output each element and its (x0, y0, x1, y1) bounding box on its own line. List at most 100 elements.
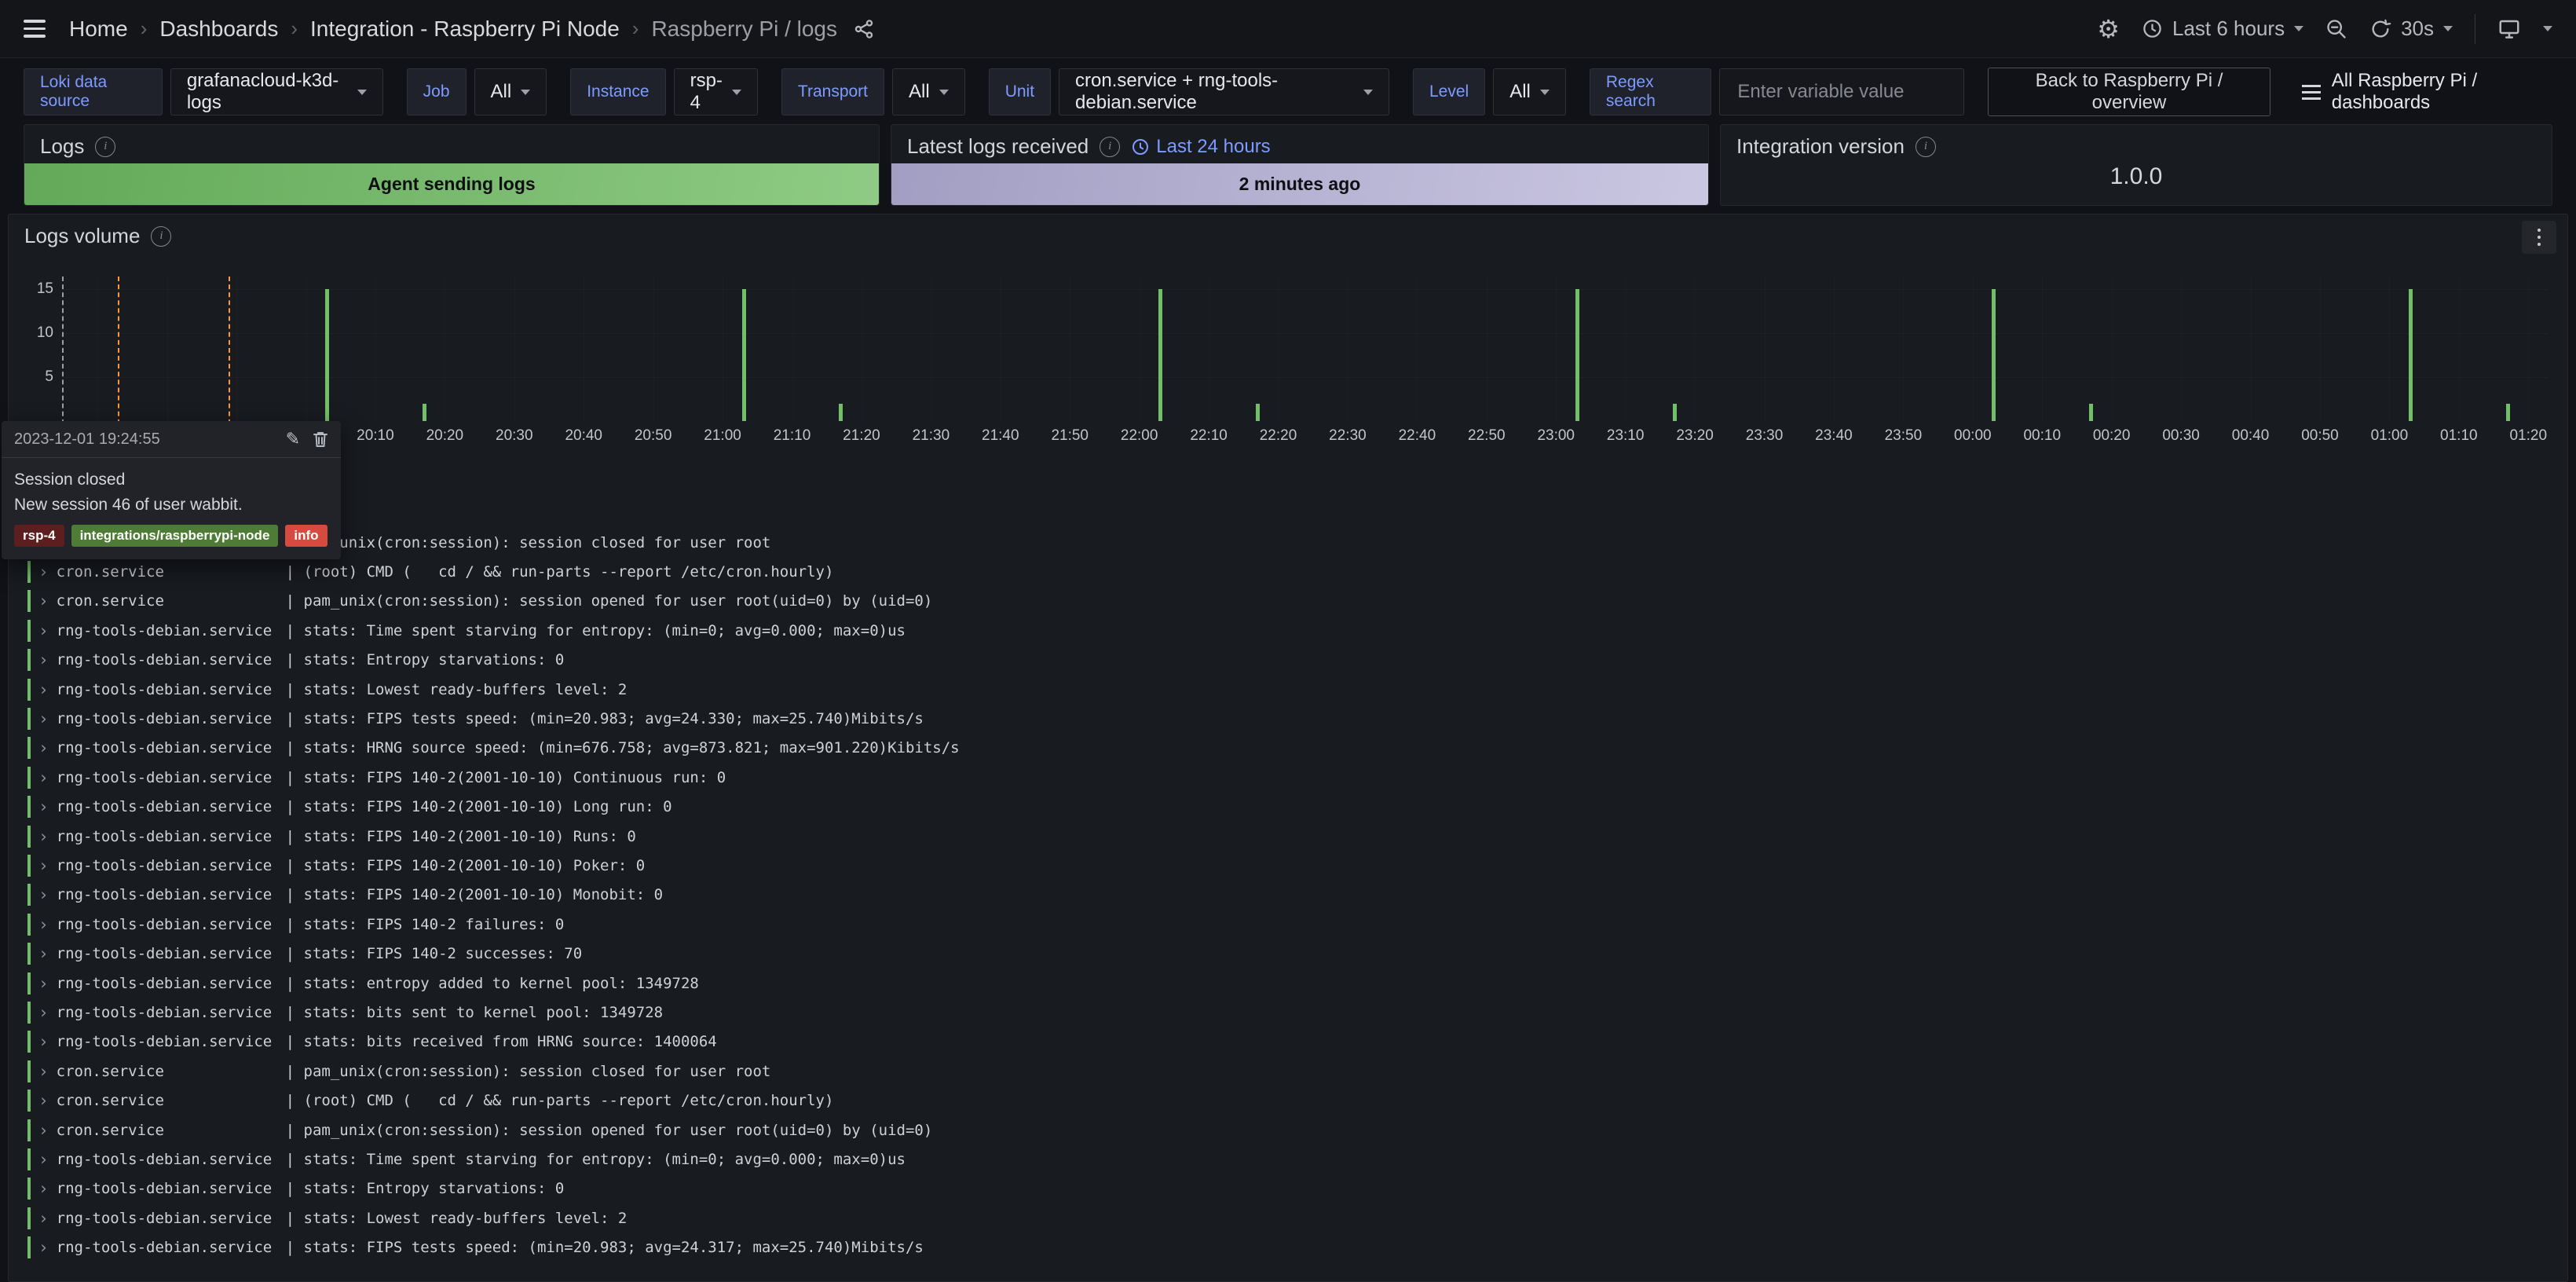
panel-logs-status: Logs i Agent sending logs (24, 124, 880, 206)
log-level-indicator (27, 914, 31, 936)
delete-annotation-icon[interactable] (313, 430, 328, 448)
expand-chevron-icon[interactable]: › (38, 944, 49, 963)
annotation-text: Session closed (14, 467, 328, 493)
edit-annotation-icon[interactable]: ✎ (286, 429, 300, 449)
chevron-down-icon[interactable] (2543, 26, 2552, 31)
log-message: | stats: Time spent starving for entropy… (286, 622, 906, 639)
expand-chevron-icon[interactable]: › (38, 827, 49, 846)
expand-chevron-icon[interactable]: › (38, 1150, 49, 1169)
filter-value-dropdown[interactable]: rsp-4 (674, 68, 758, 115)
expand-chevron-icon[interactable]: › (38, 1003, 49, 1022)
back-to-overview-button[interactable]: Back to Raspberry Pi / overview (1988, 68, 2270, 116)
dashboard-settings-icon[interactable]: ⚙ (2097, 16, 2120, 42)
log-row[interactable]: ›rng-tools-debian.service| stats: FIPS 1… (8, 851, 2568, 880)
refresh-picker[interactable]: 30s (2369, 16, 2453, 41)
breadcrumb-item[interactable]: Dashboards (159, 16, 278, 42)
filter-value-dropdown[interactable]: cron.service + rng-tools-debian.service (1059, 68, 1389, 115)
log-row[interactable]: ›rng-tools-debian.service| stats: FIPS 1… (8, 881, 2568, 910)
log-service-name: rng-tools-debian.service (57, 857, 286, 874)
expand-chevron-icon[interactable]: › (38, 709, 49, 728)
breadcrumb-separator: › (291, 16, 298, 41)
log-row[interactable]: ›cron.service| pam_unix(cron:session): s… (8, 1115, 2568, 1145)
expand-chevron-icon[interactable]: › (38, 1062, 49, 1081)
expand-chevron-icon[interactable]: › (38, 915, 49, 934)
expand-chevron-icon[interactable]: › (38, 797, 49, 816)
log-message: | (root) CMD ( cd / && run-parts --repor… (286, 1092, 834, 1109)
log-row[interactable]: ›rng-tools-debian.service| stats: FIPS 1… (8, 910, 2568, 939)
expand-chevron-icon[interactable]: › (38, 621, 49, 640)
filter-instance: Instancersp-4 (570, 68, 758, 115)
log-row[interactable]: ›rng-tools-debian.service| stats: FIPS 1… (8, 763, 2568, 792)
log-row[interactable]: ›rng-tools-debian.service| stats: Lowest… (8, 1203, 2568, 1233)
log-row[interactable]: ›rng-tools-debian.service| stats: HRNG s… (8, 734, 2568, 763)
menu-toggle-icon[interactable] (24, 20, 46, 38)
log-row[interactable]: ›rng-tools-debian.service| stats: Entrop… (8, 646, 2568, 675)
zoom-out-icon[interactable] (2325, 18, 2347, 40)
log-level-indicator (27, 737, 31, 759)
panel-integration-version: Integration version i 1.0.0 (1720, 124, 2552, 206)
expand-chevron-icon[interactable]: › (38, 1179, 49, 1198)
annotation-tag: integrations/raspberrypi-node (71, 525, 279, 547)
breadcrumb-separator: › (141, 16, 148, 41)
expand-chevron-icon[interactable]: › (38, 592, 49, 610)
expand-chevron-icon[interactable]: › (38, 768, 49, 787)
log-level-indicator (27, 620, 31, 642)
log-row[interactable]: ›rng-tools-debian.service| stats: bits s… (8, 998, 2568, 1027)
variable-value-input[interactable] (1736, 80, 1948, 104)
filter-value-dropdown[interactable]: All (892, 68, 965, 115)
log-row[interactable]: ›rng-tools-debian.service| stats: Time s… (8, 616, 2568, 645)
time-range-picker[interactable]: Last 6 hours (2142, 16, 2303, 41)
filter-value-dropdown[interactable]: grafanacloud-k3d-logs (170, 68, 383, 115)
expand-chevron-icon[interactable]: › (38, 1091, 49, 1110)
log-message: | pam_unix(cron:session): session opened… (286, 1122, 933, 1139)
info-icon: i (1916, 137, 1936, 157)
log-row[interactable]: ›cron.service| (root) CMD ( cd / && run-… (8, 557, 2568, 586)
panel-menu-icon[interactable] (2522, 221, 2556, 254)
expand-chevron-icon[interactable]: › (38, 680, 49, 699)
cycle-view-mode-icon[interactable] (2497, 17, 2521, 41)
refresh-interval-label: 30s (2401, 16, 2434, 41)
expand-chevron-icon[interactable]: › (38, 1121, 49, 1140)
log-service-name: rng-tools-debian.service (57, 945, 286, 962)
log-row[interactable]: ›cron.service| pam_unix(cron:session): s… (8, 528, 2568, 557)
filter-value-dropdown[interactable]: All (474, 68, 547, 115)
log-row[interactable]: ›rng-tools-debian.service| stats: Lowest… (8, 675, 2568, 704)
all-dashboards-link[interactable]: All Raspberry Pi / dashboards (2302, 70, 2552, 114)
share-icon[interactable] (853, 18, 875, 40)
annotation-timestamp: 2023-12-01 19:24:55 (14, 430, 160, 449)
log-row[interactable]: ›cron.service| (root) CMD ( cd / && run-… (8, 1086, 2568, 1115)
expand-chevron-icon[interactable]: › (38, 1238, 49, 1257)
expand-chevron-icon[interactable]: › (38, 974, 49, 993)
log-row[interactable]: ›rng-tools-debian.service| stats: FIPS 1… (8, 793, 2568, 822)
breadcrumb-separator: › (632, 16, 639, 41)
top-nav-bar: Home › Dashboards › Integration - Raspberry … (0, 0, 2576, 58)
expand-chevron-icon[interactable]: › (38, 650, 49, 669)
log-row[interactable]: ›rng-tools-debian.service| stats: entrop… (8, 969, 2568, 998)
log-row[interactable]: ›rng-tools-debian.service| stats: bits r… (8, 1027, 2568, 1057)
annotation-text: New session 46 of user wabbit. (14, 493, 328, 518)
expand-chevron-icon[interactable]: › (38, 1209, 49, 1228)
log-row[interactable]: ›cron.service| pam_unix(cron:session): s… (8, 1057, 2568, 1086)
log-row[interactable]: ›rng-tools-debian.service| stats: Time s… (8, 1145, 2568, 1174)
expand-chevron-icon[interactable]: › (38, 856, 49, 875)
log-row[interactable]: ›rng-tools-debian.service| stats: FIPS 1… (8, 939, 2568, 968)
log-row[interactable]: ›rng-tools-debian.service| stats: FIPS t… (8, 704, 2568, 733)
log-message: | stats: FIPS 140-2(2001-10-10) Monobit:… (286, 886, 663, 903)
log-level-indicator (27, 1148, 31, 1170)
log-service-name: rng-tools-debian.service (57, 798, 286, 815)
log-row[interactable]: ›rng-tools-debian.service| stats: FIPS t… (8, 1233, 2568, 1262)
log-row[interactable]: ›rng-tools-debian.service| stats: FIPS 1… (8, 822, 2568, 851)
expand-chevron-icon[interactable]: › (38, 738, 49, 757)
expand-chevron-icon[interactable]: › (38, 562, 49, 581)
log-row[interactable]: ›rng-tools-debian.service| stats: Entrop… (8, 1174, 2568, 1203)
log-level-indicator (27, 1031, 31, 1053)
last-24-hours-link[interactable]: Last 24 hours (1131, 136, 1270, 158)
log-row[interactable]: ›cron.service| pam_unix(cron:session): s… (8, 587, 2568, 616)
filter-value-dropdown[interactable]: All (1493, 68, 1566, 115)
expand-chevron-icon[interactable]: › (38, 1032, 49, 1051)
expand-chevron-icon[interactable]: › (38, 885, 49, 904)
log-message: | stats: FIPS tests speed: (min=20.983; … (286, 1239, 924, 1256)
breadcrumb-item[interactable]: Home (69, 16, 128, 42)
breadcrumb-item[interactable]: Integration - Raspberry Pi Node (310, 16, 620, 42)
filter-value-text: rsp-4 (690, 70, 723, 114)
